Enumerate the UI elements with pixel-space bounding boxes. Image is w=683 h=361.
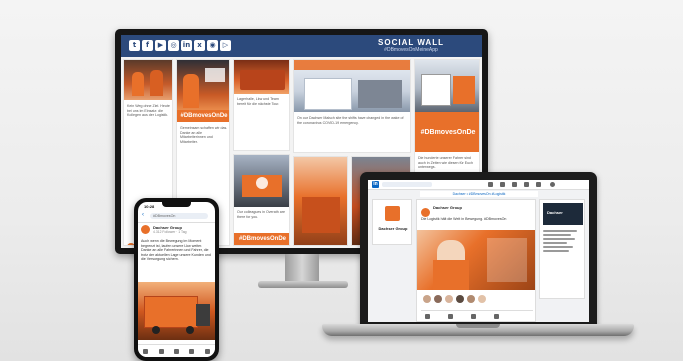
sidebar-title: Dachser (547, 210, 563, 215)
hashtag-banner: #DBmovesOnDe (234, 233, 289, 245)
twitter-icon[interactable]: t (129, 40, 140, 51)
company-name: Dachser Group (378, 226, 408, 231)
company-logo (385, 206, 400, 221)
phone-notch (162, 202, 191, 207)
post-text: Auch wenn die Bewegung im Moment begrenz… (141, 239, 211, 262)
card-text: Lagerhalle, Lkw und Team bereit für die … (237, 97, 280, 106)
device-mockup-scene: t f ▶ ◎ in x ◉ ▷ SOCIAL WALL #DBmovesOnMeineApp… (0, 0, 683, 361)
sidebar-ad[interactable]: Dachser (543, 203, 583, 225)
card-text: Kein Weg ohne Ziel. Heute bei uns im Ein… (127, 104, 170, 118)
like-icon[interactable] (425, 314, 430, 319)
status-time: 10:28 (144, 204, 155, 209)
instagram-icon[interactable]: ◎ (168, 40, 179, 51)
wall-card[interactable]: Lagerhalle, Lkw und Team bereit für die … (233, 59, 290, 151)
post-text: Die Logistik hält die Welt in Bewegung. … (421, 217, 507, 221)
card-photo (177, 60, 229, 110)
card-photo (415, 60, 479, 112)
reactions-row (423, 295, 486, 303)
social-wall-subtitle: #DBmovesOnMeineApp (384, 47, 438, 53)
phone-screen: 10:28 ‹ #DBmovesOn Dachser Group 4.312 F… (138, 202, 215, 357)
card-text: Gemeinsam schaffen wir das. Danke an all… (180, 126, 228, 144)
facebook-icon[interactable]: f (142, 40, 153, 51)
monitor-stand-base (258, 281, 348, 288)
status-bar: 10:28 (138, 202, 215, 210)
company-card[interactable]: Dachser Group (372, 199, 412, 245)
share-icon[interactable] (471, 314, 476, 319)
laptop: in Dachser • #DBmovesOn #Logistik Dachse… (360, 172, 597, 327)
jobs-icon[interactable] (512, 182, 517, 187)
hashtag-banner: #DBmovesOnDe (177, 110, 229, 122)
linkedin-post[interactable]: Dachser Group Die Logistik hält die Welt… (416, 199, 536, 322)
youtube-icon[interactable]: ▶ (155, 40, 166, 51)
notifications-icon[interactable] (189, 349, 195, 354)
xing-icon[interactable]: x (194, 40, 205, 51)
hashtag-banner: #DBmovesOnDe (415, 112, 479, 152)
monitor-stand (285, 254, 319, 284)
card-photo (294, 60, 410, 112)
linkedin-screen: in Dachser • #DBmovesOn #Logistik Dachse… (368, 180, 589, 322)
social-icons-row: t f ▶ ◎ in x ◉ ▷ (129, 40, 231, 51)
social-wall-header: t f ▶ ◎ in x ◉ ▷ SOCIAL WALL #DBmovesOnMeineApp (121, 35, 482, 57)
podcast-icon[interactable]: ▷ (220, 40, 231, 51)
card-photo (294, 157, 347, 245)
avatar[interactable] (550, 182, 555, 187)
post-icon[interactable] (173, 349, 179, 354)
phone-top-bar: ‹ #DBmovesOn (138, 210, 215, 223)
post-actions[interactable] (425, 314, 499, 319)
search-input[interactable] (382, 182, 432, 187)
card-text: On our Dachser Malsch site the shifts ha… (297, 116, 404, 125)
linkedin-navbar: in (368, 180, 589, 190)
post-banner[interactable]: Dachser • #DBmovesOn #Logistik (420, 191, 538, 197)
back-icon[interactable]: ‹ (142, 212, 144, 218)
post-meta: 4.312 Follower · 1 Tag (153, 230, 187, 234)
card-photo (124, 60, 172, 100)
messaging-icon[interactable] (524, 182, 529, 187)
comment-icon[interactable] (448, 314, 453, 319)
laptop-notch (456, 324, 500, 328)
right-sidebar: Dachser (539, 199, 585, 299)
wall-card[interactable]: Our colleagues in Overath are there for … (233, 154, 290, 246)
card-photo (234, 155, 289, 207)
search-input[interactable]: #DBmovesOn (150, 213, 208, 219)
card-text: Die hunderte unserer Fahrer sind auch in… (418, 156, 473, 170)
post-image (138, 282, 215, 340)
home-icon[interactable] (143, 349, 149, 354)
linkedin-icon[interactable]: in (181, 40, 192, 51)
card-photo (234, 60, 289, 94)
send-icon[interactable] (494, 314, 499, 319)
post-image (417, 230, 535, 290)
post-author: Dachser Group (433, 205, 462, 210)
notifications-icon[interactable] (536, 182, 541, 187)
smartphone: 10:28 ‹ #DBmovesOn Dachser Group 4.312 F… (134, 198, 219, 361)
phone-tab-bar (138, 344, 215, 357)
linkedin-logo-icon[interactable]: in (372, 181, 379, 188)
wall-card[interactable]: On our Dachser Malsch site the shifts ha… (293, 59, 411, 153)
home-icon[interactable] (488, 182, 493, 187)
jobs-icon[interactable] (204, 349, 210, 354)
sidebar-list (543, 230, 583, 254)
post-avatar (141, 225, 150, 234)
post-header: Dachser Group 4.312 Follower · 1 Tag (141, 225, 212, 234)
network-icon[interactable] (158, 349, 164, 354)
wall-card[interactable] (293, 156, 348, 246)
camera-icon[interactable]: ◉ (207, 40, 218, 51)
card-text: Our colleagues in Overath are there for … (237, 210, 285, 219)
network-icon[interactable] (500, 182, 505, 187)
social-wall-title: SOCIAL WALL (378, 38, 444, 47)
